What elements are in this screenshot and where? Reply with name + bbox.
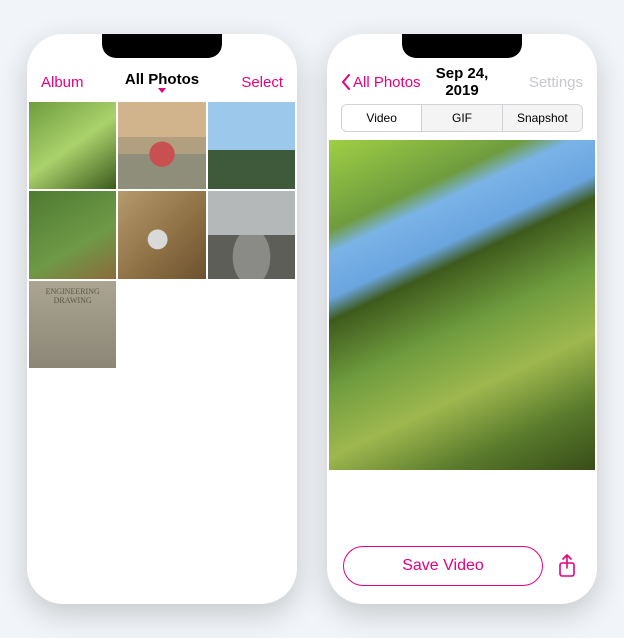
phone-detail: All Photos Sep 24, 2019 Settings Video G… — [327, 34, 597, 604]
navbar-grid: Album All Photos Select — [27, 62, 297, 102]
photo-thumb[interactable]: ENGINEERING DRAWING — [29, 281, 116, 368]
share-button[interactable] — [553, 552, 581, 580]
save-video-button[interactable]: Save Video — [343, 546, 543, 586]
photo-grid: ENGINEERING DRAWING — [27, 102, 297, 368]
chevron-down-icon — [158, 88, 166, 93]
tab-snapshot[interactable]: Snapshot — [502, 105, 582, 131]
album-back-button[interactable]: Album — [41, 74, 84, 91]
navbar-detail: All Photos Sep 24, 2019 Settings — [327, 62, 597, 102]
photo-thumb[interactable] — [208, 191, 295, 278]
nav-title-label: Sep 24, 2019 — [436, 65, 489, 99]
tab-video[interactable]: Video — [342, 105, 421, 131]
nav-title[interactable]: All Photos — [122, 71, 203, 93]
photo-thumb[interactable] — [29, 191, 116, 278]
save-label: Save Video — [402, 557, 484, 575]
export-type-tabs: Video GIF Snapshot — [341, 104, 583, 132]
chevron-left-icon — [341, 74, 351, 90]
photo-thumb[interactable] — [29, 102, 116, 189]
back-button[interactable]: All Photos — [341, 74, 422, 91]
nav-title: Sep 24, 2019 — [422, 65, 503, 99]
tab-gif[interactable]: GIF — [421, 105, 501, 131]
thumb-caption: ENGINEERING DRAWING — [29, 287, 116, 305]
share-icon — [557, 554, 577, 578]
photo-thumb[interactable] — [118, 102, 205, 189]
photo-preview[interactable] — [329, 140, 595, 470]
nav-title-label: All Photos — [125, 71, 199, 88]
photo-thumb[interactable] — [118, 191, 205, 278]
phone-grid: Album All Photos Select ENGINEERING DRAW… — [27, 34, 297, 604]
notch — [402, 34, 522, 58]
back-label: All Photos — [353, 74, 421, 91]
notch — [102, 34, 222, 58]
photo-thumb[interactable] — [208, 102, 295, 189]
settings-button: Settings — [529, 74, 583, 91]
bottom-toolbar: Save Video — [327, 546, 597, 586]
select-button[interactable]: Select — [241, 74, 283, 91]
